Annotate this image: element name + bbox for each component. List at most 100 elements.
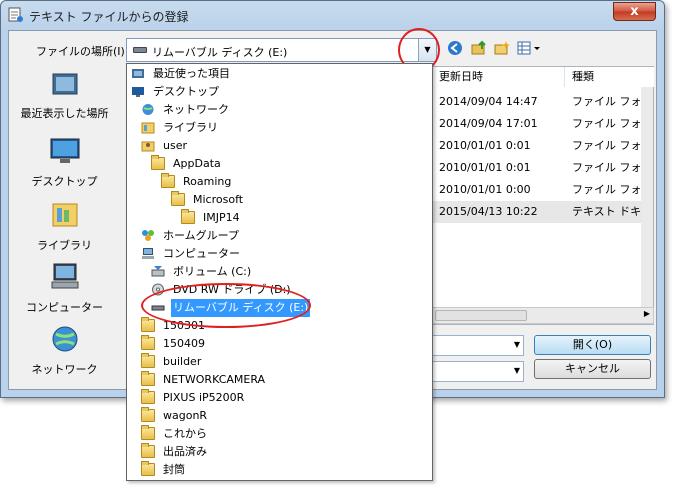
annotation-circle-selected <box>141 283 311 328</box>
place-computer[interactable]: コンピューター <box>8 262 121 315</box>
table-row[interactable]: 2010/01/01 0:01 ファイル フォ <box>433 157 653 179</box>
horizontal-scrollbar[interactable]: ▶ <box>432 307 654 324</box>
file-list[interactable]: 更新日時 種類 2014/09/04 14:47 ファイル フォ 2014/09… <box>432 66 654 325</box>
list-item-label: 150409 <box>163 337 205 350</box>
list-item-label: これから <box>163 427 207 440</box>
folder-icon <box>141 461 155 476</box>
table-row[interactable]: 2010/01/01 0:00 ファイル フォ <box>433 179 653 201</box>
chevron-down-icon[interactable]: ▼ <box>514 366 520 375</box>
folder-icon <box>141 353 155 368</box>
places-bar: 最近表示した場所 デスクトップ ライブラリ コンピューター ネットワーク <box>8 66 121 394</box>
list-item-label: ホームグループ <box>163 229 240 242</box>
list-item-label: IMJP14 <box>203 211 240 224</box>
row-date: 2014/09/04 17:01 <box>439 117 538 130</box>
row-type: ファイル フォ <box>572 139 642 152</box>
dialog-app-icon <box>8 7 23 22</box>
list-item-label: wagonR <box>163 409 208 422</box>
user-folder-icon <box>141 141 155 152</box>
network-icon <box>52 326 77 352</box>
library-icon <box>52 203 77 227</box>
row-type: ファイル フォ <box>572 95 642 108</box>
place-label: ライブラリ <box>37 239 92 252</box>
desktop-icon <box>50 138 79 163</box>
filetype-select[interactable]: ▼ <box>432 361 524 382</box>
place-libraries[interactable]: ライブラリ <box>8 200 121 253</box>
folder-icon <box>141 317 155 332</box>
homegroup-icon <box>142 230 154 241</box>
computer-icon <box>142 248 154 259</box>
recent-icon <box>132 69 144 78</box>
row-date: 2010/01/01 0:01 <box>439 139 531 152</box>
folder-icon <box>141 389 155 404</box>
place-label: ネットワーク <box>31 363 98 376</box>
recent-places-icon <box>52 73 77 95</box>
disk-icon <box>151 266 165 277</box>
row-type: ファイル フォ <box>572 117 642 130</box>
list-item-label: AppData <box>173 157 221 170</box>
place-network[interactable]: ネットワーク <box>8 324 121 377</box>
scroll-thumb[interactable] <box>435 310 527 321</box>
place-recent[interactable]: 最近表示した場所 <box>8 68 121 121</box>
table-row[interactable]: 2010/01/01 0:01 ファイル フォ <box>433 135 653 157</box>
row-type: ファイル フォ <box>572 183 642 196</box>
table-row[interactable]: 2014/09/04 17:01 ファイル フォ <box>433 113 653 135</box>
folder-icon <box>171 191 185 206</box>
list-item-label: PIXUS iP5200R <box>163 391 245 404</box>
folder-icon <box>151 155 165 170</box>
list-item-label: user <box>163 139 187 152</box>
list-item-label: ライブラリ <box>163 121 218 134</box>
folder-icon <box>141 335 155 350</box>
list-item-label: 封筒 <box>163 463 185 476</box>
close-button[interactable]: x <box>613 2 656 21</box>
chevron-down-icon[interactable]: ▼ <box>514 340 520 349</box>
network-icon <box>142 104 154 115</box>
cancel-button[interactable]: キャンセル <box>534 359 651 379</box>
table-row[interactable]: 2015/04/13 10:22 テキスト ドキ <box>433 201 653 223</box>
lookin-dropdown-list: 最近使った項目 デスクトップ ネットワーク ライブラリ user AppData… <box>126 63 433 481</box>
desktop-icon <box>132 87 144 97</box>
list-item-label: NETWORKCAMERA <box>163 373 266 386</box>
list-item-label: ネットワーク <box>163 103 229 116</box>
place-label: 最近表示した場所 <box>20 107 109 120</box>
vertical-scrollbar[interactable] <box>641 87 653 307</box>
list-item-label: デスクトップ <box>153 85 219 98</box>
list-item-label: builder <box>163 355 202 368</box>
place-label: デスクトップ <box>31 175 98 188</box>
row-date: 2015/04/13 10:22 <box>439 205 538 218</box>
drive-icon <box>133 47 147 53</box>
lookin-value: リムーバブル ディスク (E:) <box>152 46 288 59</box>
list-item-label: コンピューター <box>163 247 240 260</box>
row-type: テキスト ドキ <box>572 205 642 218</box>
back-icon[interactable] <box>446 40 464 58</box>
folder-icon <box>181 209 195 224</box>
folder-icon <box>161 173 175 188</box>
column-header-modified[interactable]: 更新日時 <box>433 67 565 87</box>
row-date: 2014/09/04 14:47 <box>439 95 538 108</box>
place-desktop[interactable]: デスクトップ <box>8 136 121 189</box>
row-date: 2010/01/01 0:00 <box>439 183 531 196</box>
folder-icon <box>141 425 155 440</box>
chevron-right-icon[interactable]: ▶ <box>644 309 650 318</box>
open-button[interactable]: 開く(O) <box>534 335 651 355</box>
row-date: 2010/01/01 0:01 <box>439 161 531 174</box>
table-row[interactable]: 2014/09/04 14:47 ファイル フォ <box>433 91 653 113</box>
list-item-label: ボリューム (C:) <box>173 265 252 278</box>
folder-icon <box>141 371 155 386</box>
filename-input[interactable]: ▼ <box>432 335 524 356</box>
up-folder-icon[interactable] <box>470 40 488 58</box>
list-item-label: Roaming <box>183 175 232 188</box>
library-icon <box>141 122 155 134</box>
window-title: テキスト ファイルからの登録 <box>29 10 189 24</box>
new-folder-icon[interactable] <box>493 40 511 58</box>
folder-icon <box>141 407 155 422</box>
list-item-label: Microsoft <box>193 193 244 206</box>
row-type: ファイル フォ <box>572 161 642 174</box>
place-label: コンピューター <box>26 301 103 314</box>
folder-icon <box>141 443 155 458</box>
list-item-label: 最近使った項目 <box>153 67 230 80</box>
column-header-type[interactable]: 種類 <box>566 67 654 87</box>
view-menu-icon[interactable] <box>516 40 542 58</box>
list-item-label: 出品済み <box>163 445 207 458</box>
title-bar[interactable]: テキスト ファイルからの登録 x <box>1 1 664 29</box>
lookin-combo[interactable]: リムーバブル ディスク (E:) ▼ <box>126 38 437 62</box>
